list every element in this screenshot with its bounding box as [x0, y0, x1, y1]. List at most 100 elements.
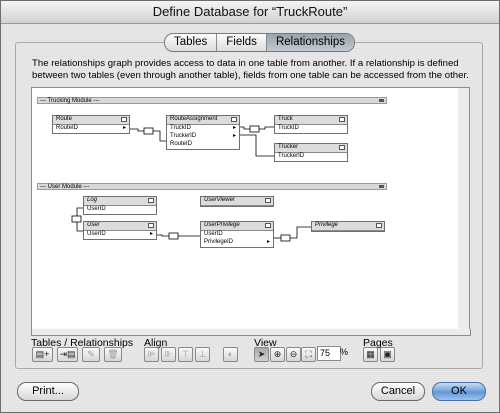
table-trucker[interactable]: Trucker TruckerID — [274, 143, 348, 162]
relationships-description: The relationships graph provides access … — [32, 58, 469, 81]
field-label: UserID — [87, 231, 106, 237]
align-left-icon: ⊫ — [147, 349, 156, 359]
field-label: UserID — [204, 231, 223, 237]
table-user[interactable]: User UserID ▸ — [83, 221, 157, 240]
table-route[interactable]: Route RouteID ▸ — [52, 115, 130, 134]
align-bottom-icon: ⊥ — [198, 349, 207, 359]
table-privilege[interactable]: Privilege — [311, 221, 385, 232]
field-user-userid[interactable]: UserID ▸ — [84, 231, 156, 239]
table-trucker-header: Trucker — [275, 144, 347, 153]
pointer-tool-button[interactable]: ➤ — [254, 347, 269, 362]
table-userviewer-header: UserViewer — [201, 197, 273, 206]
field-label: TruckID — [170, 125, 191, 131]
zoom-in-button[interactable]: ⊕ — [270, 347, 285, 362]
page-grid-button[interactable]: ▦ — [363, 347, 378, 362]
collapse-icon[interactable] — [379, 185, 384, 188]
horizontal-scrollbar[interactable] — [31, 329, 471, 336]
align-bottom-button[interactable]: ⊥ — [195, 347, 210, 362]
module-user[interactable]: --- User Module --- — [37, 183, 387, 190]
table-routeassignment-header: RouteAssignment — [167, 116, 239, 125]
module-trucking-label: --- Trucking Module --- — [40, 98, 100, 104]
field-label: TruckID — [278, 125, 299, 131]
arrow-icon: ▸ — [266, 239, 270, 245]
fit-view-icon: ⛶ — [305, 349, 312, 359]
table-userviewer[interactable]: UserViewer — [200, 196, 274, 207]
add-table-icon: ▤+ — [35, 349, 50, 359]
table-menu-icon[interactable] — [265, 198, 271, 203]
relationships-graph[interactable]: --- Trucking Module --- --- User Module … — [31, 87, 460, 331]
arrow-icon: ▸ — [122, 125, 126, 131]
arrow-icon: ▸ — [232, 125, 236, 131]
table-userprivilege[interactable]: UserPrivilege UserID PrivilegeID ▸ — [200, 221, 274, 248]
table-menu-icon[interactable] — [121, 117, 127, 122]
align-left-button[interactable]: ⊫ — [144, 347, 159, 362]
module-user-label: --- User Module --- — [40, 184, 90, 190]
define-database-window: Define Database for “TruckRoute” Tables … — [0, 0, 500, 413]
table-truck-name: Truck — [278, 116, 293, 122]
zoom-level-field[interactable]: 75 — [317, 346, 341, 361]
table-menu-icon[interactable] — [148, 223, 154, 228]
table-privilege-name: Privilege — [315, 222, 339, 228]
field-label: TruckerID — [278, 153, 305, 159]
table-user-name: User — [87, 222, 100, 228]
zoom-out-icon: ⊖ — [289, 349, 298, 359]
field-userprivilege-userid[interactable]: UserID — [201, 231, 273, 239]
zoom-in-icon: ⊕ — [273, 349, 282, 359]
table-truck[interactable]: Truck TruckID — [274, 115, 348, 134]
align-top-button[interactable]: ⊤ — [178, 347, 193, 362]
table-menu-icon[interactable] — [148, 198, 154, 203]
ok-button[interactable]: OK — [432, 382, 486, 401]
table-log[interactable]: Log UserID — [83, 196, 157, 215]
table-menu-icon[interactable] — [265, 223, 271, 228]
table-menu-icon[interactable] — [339, 117, 345, 122]
field-trucker-truckerid[interactable]: TruckerID — [275, 153, 347, 161]
tab-fields[interactable]: Fields — [217, 34, 267, 51]
add-relationship-button[interactable]: ⇥▤ — [57, 347, 78, 362]
table-menu-icon[interactable] — [339, 145, 345, 150]
trash-icon: 🗑 — [107, 349, 119, 359]
table-userprivilege-header: UserPrivilege — [201, 222, 273, 231]
add-relationship-icon: ⇥▤ — [59, 349, 76, 359]
table-user-header: User — [84, 222, 156, 231]
table-truck-header: Truck — [275, 116, 347, 125]
field-route-routeid[interactable]: RouteID ▸ — [53, 125, 129, 133]
page-setup-button[interactable]: ▣ — [380, 347, 395, 362]
field-routeid[interactable]: RouteID — [167, 141, 239, 149]
vertical-scrollbar[interactable] — [458, 87, 470, 331]
table-routeassignment[interactable]: RouteAssignment TruckID ▸ TruckerID ▸ Rout… — [166, 115, 240, 150]
pencil-icon: ✎ — [87, 349, 95, 359]
print-button[interactable]: Print... — [17, 382, 79, 401]
module-trucking[interactable]: --- Trucking Module --- — [37, 97, 387, 104]
field-truckerid[interactable]: TruckerID ▸ — [167, 133, 239, 141]
table-menu-icon[interactable] — [376, 223, 382, 228]
field-truck-truckid[interactable]: TruckID — [275, 125, 347, 133]
align-top-icon: ⊤ — [181, 349, 190, 359]
tab-bar: Tables Fields Relationships — [164, 33, 355, 52]
zoom-out-button[interactable]: ⊖ — [286, 347, 301, 362]
tab-relationships[interactable]: Relationships — [266, 34, 354, 51]
add-table-button[interactable]: ▤+ — [32, 347, 53, 362]
field-log-userid[interactable]: UserID — [84, 206, 156, 214]
arrow-icon: ▸ — [232, 133, 236, 139]
field-label: TruckerID — [170, 133, 197, 139]
fit-view-button[interactable]: ⛶ — [301, 347, 316, 362]
color-swatch-icon: ◐ — [227, 349, 234, 359]
window-title: Define Database for “TruckRoute” — [1, 1, 499, 24]
table-route-header: Route — [53, 116, 129, 125]
table-menu-icon[interactable] — [231, 117, 237, 122]
cancel-button[interactable]: Cancel — [371, 382, 425, 401]
field-label: UserID — [87, 206, 106, 212]
field-truckid[interactable]: TruckID ▸ — [167, 125, 239, 133]
table-route-name: Route — [56, 116, 73, 122]
edit-button[interactable]: ✎ — [82, 347, 100, 362]
arrow-icon: ▸ — [149, 231, 153, 237]
field-userprivilege-privilegeid[interactable]: PrivilegeID ▸ — [201, 239, 273, 247]
align-center-button[interactable]: ⊪ — [161, 347, 176, 362]
collapse-icon[interactable] — [379, 99, 384, 102]
tab-tables[interactable]: Tables — [165, 34, 218, 51]
table-trucker-name: Trucker — [278, 144, 299, 150]
color-button[interactable]: ◐ — [223, 347, 238, 362]
field-label: RouteID — [56, 125, 79, 131]
page-setup-icon: ▣ — [383, 349, 392, 359]
delete-button[interactable]: 🗑 — [104, 347, 122, 362]
